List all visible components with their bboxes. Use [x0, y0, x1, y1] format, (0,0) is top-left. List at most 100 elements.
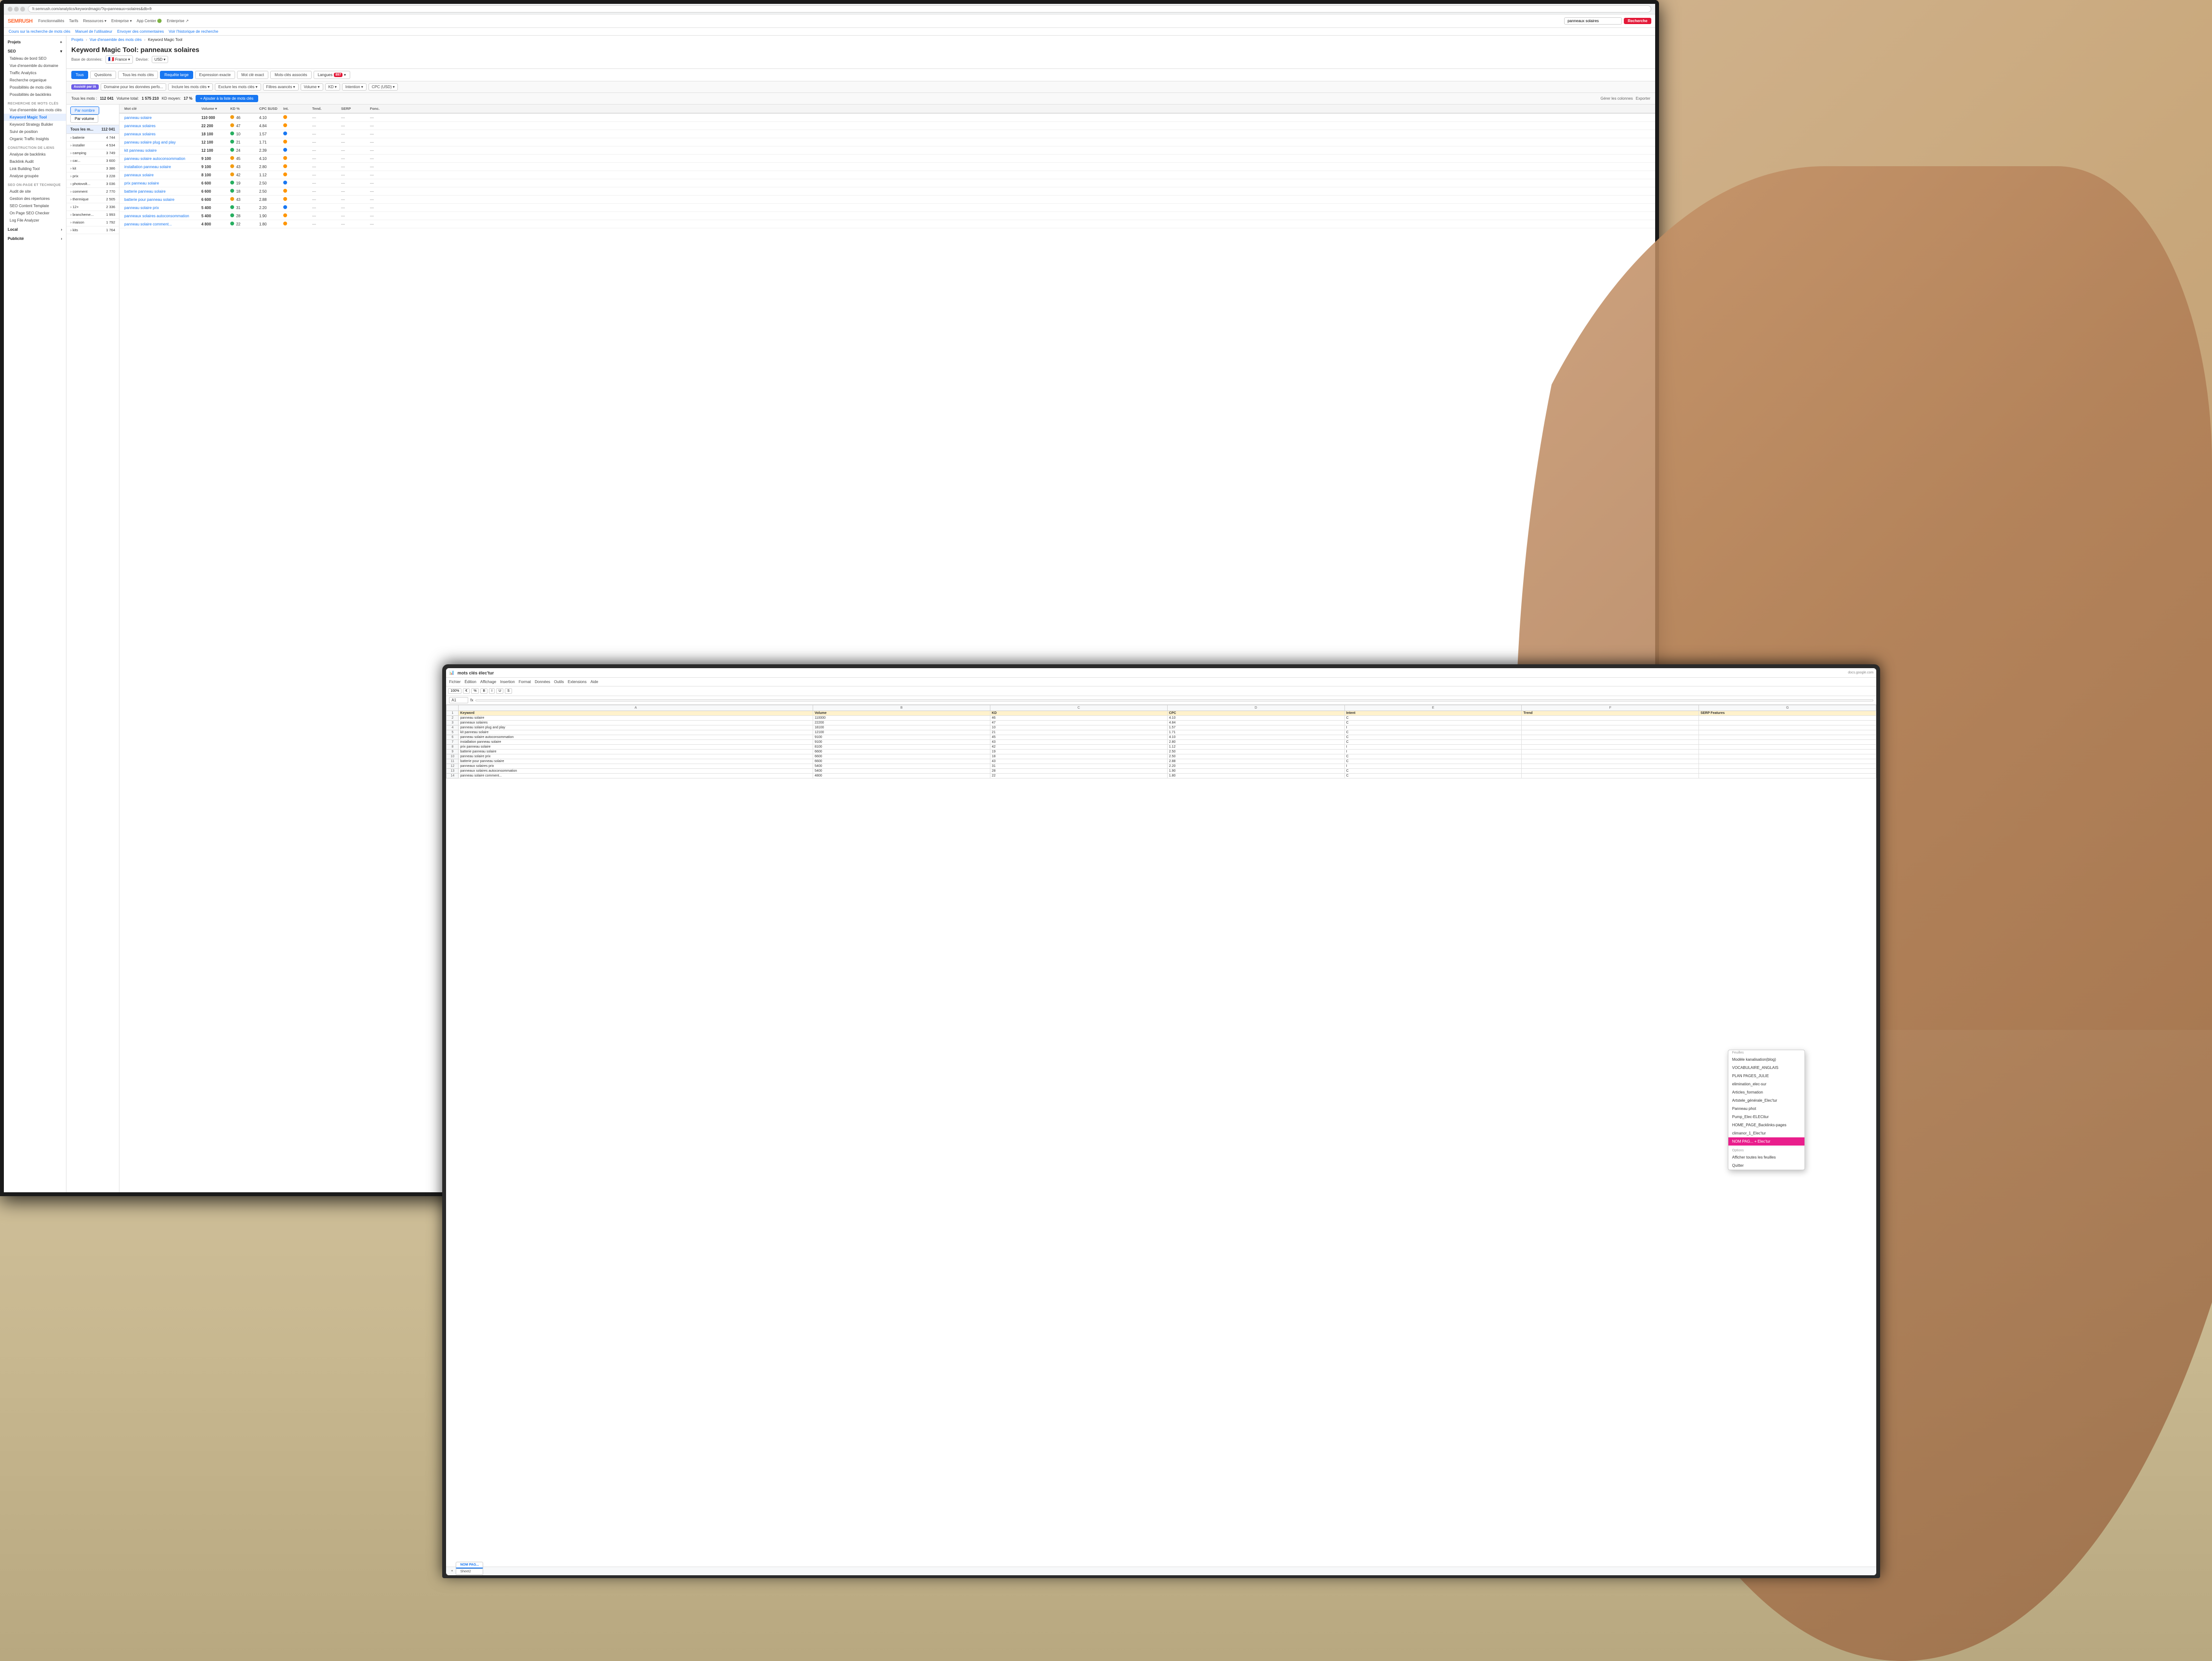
sheets-cell-3-1[interactable]: 22200: [813, 721, 990, 725]
sheets-col-header-3[interactable]: CPC: [1167, 711, 1344, 716]
tab-requete-large[interactable]: Requête large: [160, 71, 193, 79]
sheets-cell-12-3[interactable]: 2.20: [1167, 764, 1344, 769]
sheets-cell-11-3[interactable]: 2.88: [1167, 759, 1344, 764]
sheets-cell-7-3[interactable]: 2.80: [1167, 740, 1344, 745]
toolbar-underline[interactable]: U: [496, 688, 503, 694]
sheets-cell-6-2[interactable]: 45: [990, 735, 1167, 740]
sheets-cell-7-0[interactable]: installation panneau solaire: [459, 740, 813, 745]
sidebar-item-analyse-groupe[interactable]: Analyse groupée: [4, 172, 66, 180]
sheets-cell-14-0[interactable]: panneau solaire comment...: [459, 774, 813, 778]
sheets-col-header-6[interactable]: SERP Features: [1699, 711, 1876, 716]
breadcrumb-projets[interactable]: Projets: [71, 38, 83, 42]
table-row[interactable]: panneaux solaire 8 100 42 1.12 — — —: [119, 171, 1655, 179]
keyword-name[interactable]: batterie panneau solaire: [124, 189, 201, 194]
sheets-cell-13-5[interactable]: [1522, 769, 1699, 774]
nav-tarifs[interactable]: Tarifs: [69, 19, 78, 23]
sidebar-group-item[interactable]: › kits1 764: [66, 226, 119, 234]
sheet-tab-2[interactable]: Sheet3: [456, 1574, 483, 1575]
sheets-cell-9-5[interactable]: [1522, 750, 1699, 754]
tab-mot-cle-exact[interactable]: Mot clé exact: [237, 71, 268, 79]
col-header-f[interactable]: F: [1522, 705, 1699, 711]
sheets-cell-6-6[interactable]: [1699, 735, 1876, 740]
add-to-list-button[interactable]: + Ajouter à la liste de mots clés: [196, 95, 259, 102]
sheets-cell-14-1[interactable]: 4800: [813, 774, 990, 778]
menu-aide[interactable]: Aide: [591, 680, 598, 684]
sheets-cell-5-3[interactable]: 1.71: [1167, 730, 1344, 735]
sheets-cell-13-3[interactable]: 1.90: [1167, 769, 1344, 774]
kd-filter-pill[interactable]: KD ▾: [325, 83, 340, 91]
menu-extensions[interactable]: Extensions: [568, 680, 587, 684]
context-menu-sheet-item[interactable]: VOCABULAIRE_ANGLAIS: [1728, 1064, 1804, 1072]
sheets-cell-10-5[interactable]: [1522, 754, 1699, 759]
sheets-cell-5-1[interactable]: 12100: [813, 730, 990, 735]
sidebar-item-organic-traffic[interactable]: Organic Traffic Insights: [4, 135, 66, 143]
sidebar-group-item[interactable]: › kit3 386: [66, 165, 119, 172]
keyword-name[interactable]: panneau solaire autoconsommation: [124, 157, 201, 161]
tab-questions[interactable]: Questions: [90, 71, 116, 79]
sheets-cell-9-3[interactable]: 2.50: [1167, 750, 1344, 754]
sidebar-local[interactable]: Local ›: [4, 226, 66, 233]
sidebar-item-seo-content[interactable]: SEO Content Template: [4, 202, 66, 210]
exclude-kw-pill[interactable]: Exclure les mots clés ▾: [215, 83, 261, 91]
currency-select[interactable]: USD ▾: [152, 56, 169, 63]
nav-ressources[interactable]: Ressources ▾: [83, 19, 106, 23]
sheets-cell-7-4[interactable]: C: [1344, 740, 1522, 745]
sheets-cell-13-6[interactable]: [1699, 769, 1876, 774]
cpc-filter-pill[interactable]: CPC (USD) ▾: [369, 83, 398, 91]
history-link[interactable]: Voir l'historique de recherche: [169, 29, 218, 34]
sheets-cell-12-1[interactable]: 5400: [813, 764, 990, 769]
context-menu-sheet-item[interactable]: HOME_PAGE_Backlinks-pages: [1728, 1121, 1804, 1129]
formula-input[interactable]: [475, 699, 1874, 701]
sheets-cell-12-0[interactable]: panneaux solaires prix: [459, 764, 813, 769]
sidebar-item-log-file[interactable]: Log File Analyzer: [4, 217, 66, 224]
table-row[interactable]: installation panneau solaire 9 100 43 2.…: [119, 163, 1655, 171]
country-select[interactable]: 🇫🇷 France ▾: [105, 55, 133, 64]
table-row[interactable]: panneau solaire comment... 4 800 22 1.80…: [119, 220, 1655, 228]
sheets-cell-6-1[interactable]: 9100: [813, 735, 990, 740]
sheets-cell-7-2[interactable]: 43: [990, 740, 1167, 745]
sheets-cell-4-1[interactable]: 18100: [813, 725, 990, 730]
table-row[interactable]: batterie panneau solaire 6 600 18 2.50 —…: [119, 187, 1655, 196]
table-row[interactable]: prix panneau solaire 6 600 19 2.50 — — —: [119, 179, 1655, 187]
sidebar-group-item[interactable]: › camping3 749: [66, 149, 119, 157]
toolbar-currency[interactable]: €: [463, 688, 470, 694]
sidebar-item-recherche-org[interactable]: Recherche organique: [4, 77, 66, 84]
sheets-cell-11-4[interactable]: C: [1344, 759, 1522, 764]
menu-outils[interactable]: Outils: [554, 680, 564, 684]
sheets-cell-13-0[interactable]: panneaux solaires autoconsommation: [459, 769, 813, 774]
sheets-cell-6-0[interactable]: panneau solaire autoconsommation: [459, 735, 813, 740]
sidebar-item-vue-domaine[interactable]: Vue d'ensemble du domaine: [4, 62, 66, 69]
tab-expression-exacte[interactable]: Expression exacte: [195, 71, 235, 79]
col-header-e[interactable]: E: [1344, 705, 1522, 711]
sheets-cell-8-6[interactable]: [1699, 745, 1876, 750]
col-header-b[interactable]: B: [813, 705, 990, 711]
sheets-cell-5-0[interactable]: kit panneau solaire: [459, 730, 813, 735]
keyword-name[interactable]: batterie pour panneau solaire: [124, 198, 201, 202]
menu-format[interactable]: Format: [519, 680, 531, 684]
sheets-cell-2-4[interactable]: C: [1344, 716, 1522, 721]
sidebar-group-item[interactable]: › photovolt...3 036: [66, 180, 119, 188]
browser-refresh[interactable]: [20, 7, 25, 12]
sidebar-item-suivi-position[interactable]: Suivi de position: [4, 128, 66, 135]
context-menu-sheet-item[interactable]: Panneau phot: [1728, 1105, 1804, 1113]
sheets-cell-12-5[interactable]: [1522, 764, 1699, 769]
browser-forward[interactable]: [14, 7, 19, 12]
sheets-cell-10-1[interactable]: 6600: [813, 754, 990, 759]
sheets-cell-11-5[interactable]: [1522, 759, 1699, 764]
table-row[interactable]: panneaux solaires 18 100 10 1.57 — — —: [119, 130, 1655, 138]
sheets-cell-5-6[interactable]: [1699, 730, 1876, 735]
sheets-cell-7-1[interactable]: 9100: [813, 740, 990, 745]
sheets-cell-9-4[interactable]: I: [1344, 750, 1522, 754]
sheets-cell-9-0[interactable]: batterie panneau solaire: [459, 750, 813, 754]
nav-entreprise[interactable]: Entreprise ▾: [111, 19, 132, 23]
sheets-cell-6-4[interactable]: C: [1344, 735, 1522, 740]
sheets-col-header-1[interactable]: Volume: [813, 711, 990, 716]
sidebar-item-keyword-magic[interactable]: Keyword Magic Tool: [4, 114, 66, 121]
sheets-cell-11-0[interactable]: batterie pour panneau solaire: [459, 759, 813, 764]
sidebar-group-item[interactable]: › car...3 600: [66, 157, 119, 165]
sheets-cell-3-4[interactable]: C: [1344, 721, 1522, 725]
table-row[interactable]: kit panneau solaire 12 100 24 2.39 — — —: [119, 146, 1655, 155]
sheets-cell-2-1[interactable]: 110000: [813, 716, 990, 721]
add-sheet-btn[interactable]: +: [449, 1569, 455, 1574]
sheets-cell-10-0[interactable]: panneau solaire prix: [459, 754, 813, 759]
